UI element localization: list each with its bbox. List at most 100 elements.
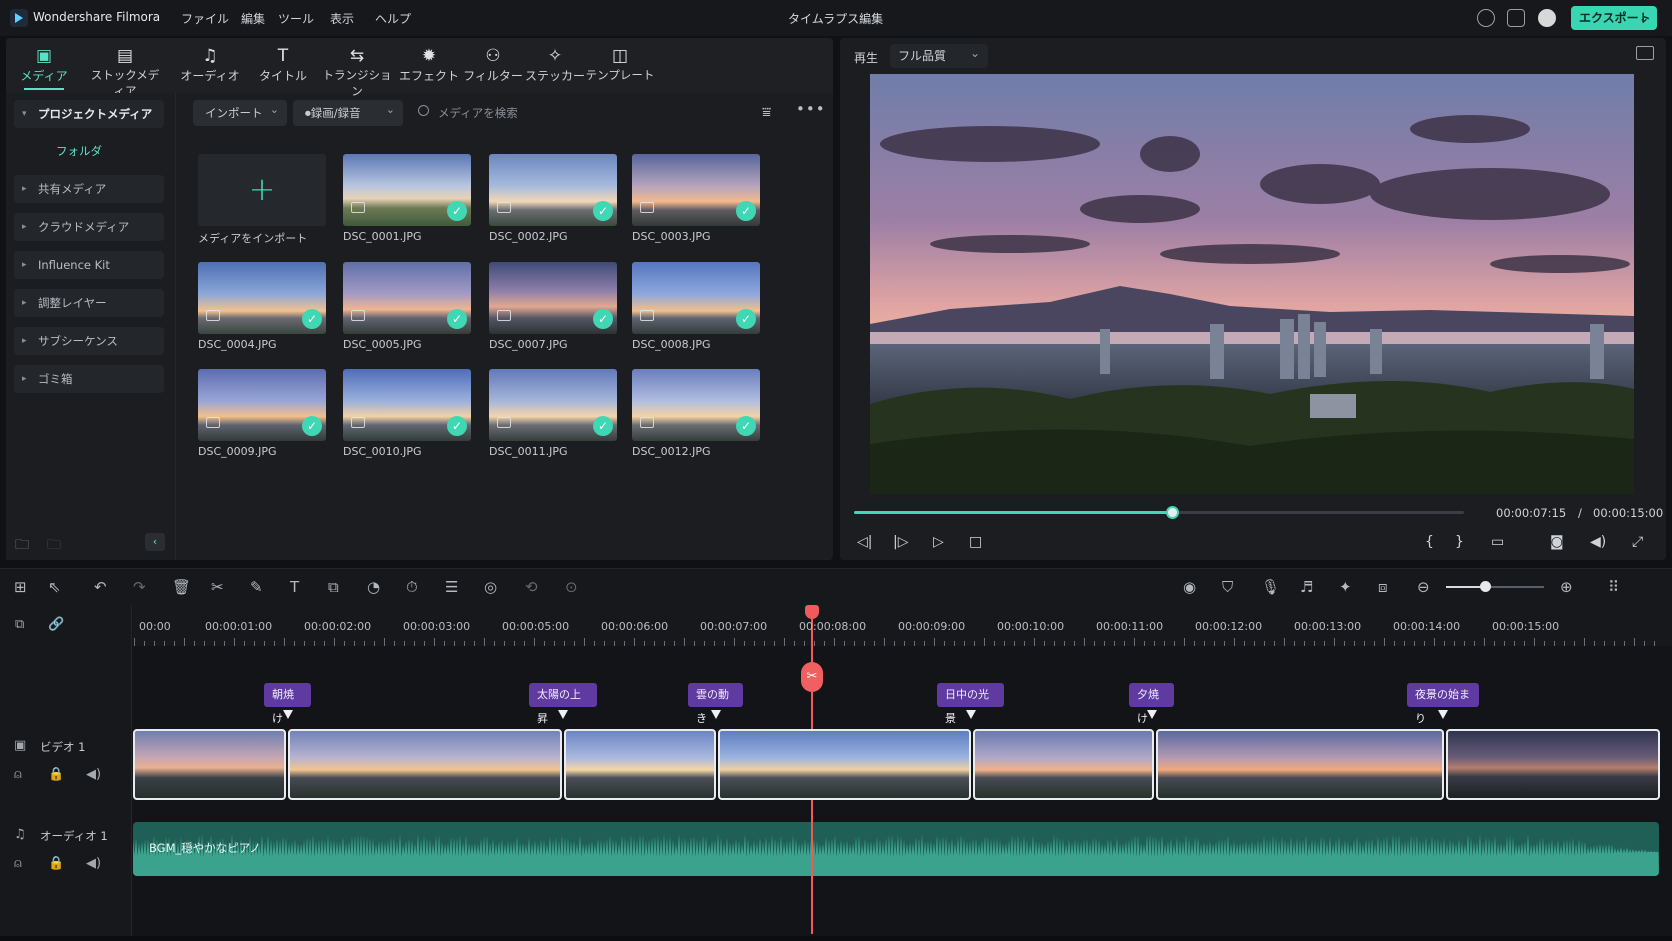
ruler-tick — [184, 638, 185, 646]
more-options-icon[interactable]: ••• — [796, 100, 826, 118]
tab-template[interactable]: ◫ テンプレート — [585, 45, 655, 90]
export-button[interactable]: エクスポート ⌄ — [1571, 6, 1657, 30]
folder-icon[interactable]: 🗀 — [47, 534, 61, 558]
camera-icon[interactable] — [1507, 9, 1525, 27]
color-icon[interactable]: ◎ — [484, 578, 497, 596]
volume-icon[interactable]: ◀) — [1590, 534, 1606, 550]
close-circle-icon[interactable] — [1477, 9, 1495, 27]
mark-in-icon[interactable]: { — [1425, 534, 1434, 550]
stabilize-icon[interactable]: ⟲ — [525, 578, 538, 596]
sidebar-item-project-media[interactable]: プロジェクトメディア — [14, 100, 164, 128]
camera-snapshot-icon[interactable]: ◙ — [1550, 534, 1564, 550]
tab-transition[interactable]: ⇆ トランジション — [322, 45, 392, 98]
timeline-marker[interactable]: 夕焼け — [1129, 683, 1174, 725]
fullscreen-icon[interactable]: ⤢ — [1632, 534, 1643, 550]
record-dropdown[interactable]: ⏺録画/録音 — [293, 97, 403, 126]
timeline-marker[interactable]: 夜景の始まり — [1407, 683, 1479, 725]
sidebar-item-adjustment-layer[interactable]: 調整レイヤー — [14, 289, 164, 317]
timeline-marker[interactable]: 太陽の上昇 — [529, 683, 597, 725]
sort-filter-icon[interactable]: ⩸ — [762, 103, 771, 121]
timeline-marker[interactable]: 日中の光景 — [937, 683, 1004, 725]
mask-icon[interactable]: ⊙ — [565, 578, 578, 596]
zoom-out-icon[interactable]: ⊖ — [1417, 578, 1430, 596]
tab-filter[interactable]: ⚇ フィルター — [458, 45, 528, 90]
video-clip[interactable] — [288, 729, 562, 800]
text-icon[interactable]: T — [290, 578, 299, 596]
timeline-marker[interactable]: 雲の動き — [688, 683, 743, 725]
video-clip[interactable] — [1156, 729, 1444, 800]
video-clip[interactable] — [1446, 729, 1660, 800]
sidebar-item-cloud-media[interactable]: クラウドメディア — [14, 213, 164, 241]
link-icon[interactable]: 🔗 — [48, 617, 64, 632]
sidebar-item-trash[interactable]: ゴミ箱 — [14, 365, 164, 393]
sidebar-item-shared-media[interactable]: 共有メディア — [14, 175, 164, 203]
auto-highlight-icon[interactable]: ✦ — [1339, 578, 1352, 596]
collapse-sidebar-button[interactable]: ‹ — [145, 533, 165, 551]
menu-edit[interactable]: 編集 — [241, 10, 265, 27]
sidebar-folder[interactable]: フォルダ — [56, 143, 102, 159]
zoom-in-icon[interactable]: ⊕ — [1560, 578, 1573, 596]
sidebar-item-subsequence[interactable]: サブシーケンス — [14, 327, 164, 355]
video-clip[interactable] — [973, 729, 1154, 800]
video-clip[interactable] — [718, 729, 971, 800]
timeline-marker[interactable]: 朝焼け — [264, 683, 311, 725]
quality-dropdown[interactable]: フル品質 — [890, 41, 988, 68]
layout-icon[interactable]: ⊞ — [14, 578, 27, 596]
delete-icon[interactable]: 🗑 — [172, 578, 191, 596]
import-dropdown[interactable]: インポート — [193, 97, 287, 126]
audio-clip[interactable] — [133, 822, 1659, 876]
tab-title[interactable]: T タイトル — [248, 45, 318, 90]
shield-icon[interactable]: ⛉ — [1222, 578, 1233, 596]
menu-view[interactable]: 表示 — [330, 10, 354, 27]
add-track-icon[interactable]: ⧉ — [15, 617, 24, 632]
mute-icon[interactable]: ◀) — [86, 767, 101, 782]
menu-file[interactable]: ファイル — [181, 10, 229, 27]
snapshot-icon[interactable] — [1636, 46, 1654, 60]
audio-visibility-icon[interactable]: ⍝ — [14, 856, 22, 871]
microphone-icon[interactable]: 🎙 — [1261, 578, 1280, 596]
tab-effect[interactable]: ✹ エフェクト — [394, 45, 464, 90]
zoom-slider-knob[interactable] — [1480, 581, 1491, 592]
tab-media[interactable]: ▣ メディア — [9, 45, 79, 90]
crop-icon[interactable]: ⧉ — [328, 578, 339, 596]
select-tool-icon[interactable]: ⇖ — [48, 578, 61, 596]
track-visibility-icon[interactable]: ⍝ — [14, 767, 22, 782]
ai-tool-icon[interactable]: ✎ — [250, 578, 263, 596]
undo-icon[interactable]: ↶ — [94, 578, 107, 596]
new-folder-icon[interactable]: 🗀 — [15, 534, 29, 558]
play-icon[interactable]: ▷ — [933, 534, 944, 550]
display-icon[interactable]: ▭ — [1491, 534, 1504, 550]
scissors-icon[interactable]: ✂ — [801, 662, 823, 692]
redo-icon[interactable]: ↷ — [133, 578, 146, 596]
grid-menu-icon[interactable]: ⠿ — [1608, 578, 1619, 596]
import-media-tile[interactable]: + — [198, 154, 326, 226]
search-input[interactable] — [438, 101, 738, 125]
next-frame-icon[interactable]: |▷ — [893, 534, 908, 550]
sidebar-item-influence-kit[interactable]: Influence Kit — [14, 251, 164, 279]
tab-audio[interactable]: ♫ オーディオ — [175, 45, 245, 90]
audio-list-icon[interactable]: ♬ — [1300, 578, 1313, 596]
preview-progress-knob[interactable] — [1166, 506, 1179, 519]
previous-frame-icon[interactable]: ◁| — [857, 534, 872, 550]
render-icon[interactable]: ◉ — [1183, 578, 1196, 596]
ruler-tick — [1104, 641, 1105, 646]
menu-tools[interactable]: ツール — [278, 10, 314, 27]
split-icon[interactable]: ✂ — [211, 578, 224, 596]
video-clip[interactable] — [564, 729, 716, 800]
avatar[interactable] — [1538, 9, 1556, 27]
tab-sticker[interactable]: ✧ ステッカー — [520, 45, 590, 90]
adjust-icon[interactable]: ☰ — [445, 578, 458, 596]
pip-icon[interactable]: ⧈ — [1378, 578, 1388, 596]
menu-help[interactable]: ヘルプ — [375, 10, 411, 27]
lock-icon[interactable]: 🔒 — [48, 767, 64, 782]
audio-mute-icon[interactable]: ◀) — [86, 856, 101, 871]
stop-icon[interactable]: □ — [969, 534, 982, 550]
tab-stock-media[interactable]: ▤ ストックメディア — [90, 45, 160, 98]
audio-lock-icon[interactable]: 🔒 — [48, 856, 64, 871]
speed-icon[interactable]: ◔ — [367, 578, 380, 596]
video-clip[interactable] — [133, 729, 286, 800]
playhead-handle[interactable] — [805, 605, 819, 619]
timer-icon[interactable]: ⏱ — [406, 578, 418, 596]
mark-out-icon[interactable]: } — [1455, 534, 1464, 550]
media-icon: ▣ — [35, 46, 53, 66]
